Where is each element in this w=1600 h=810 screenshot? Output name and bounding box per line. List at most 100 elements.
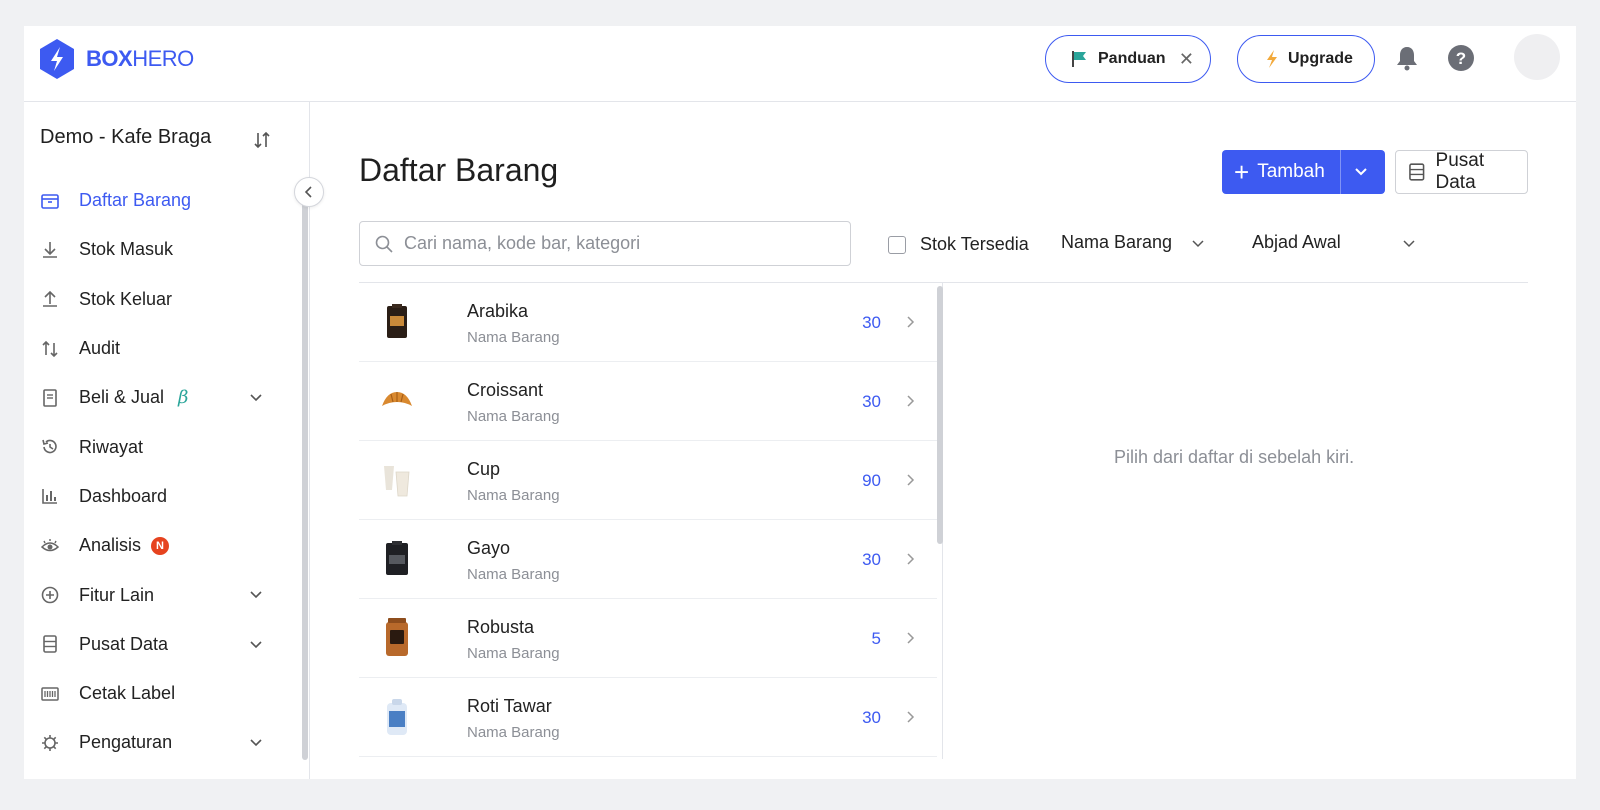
chevron-down-icon[interactable] xyxy=(248,586,264,602)
app-window: BOXHERO Panduan ✕ Upgrade ? Demo - Kafe … xyxy=(24,26,1576,779)
chevron-down-icon[interactable] xyxy=(248,389,264,405)
switch-store-icon[interactable] xyxy=(252,130,272,150)
list-item[interactable]: Robusta Nama Barang 5 xyxy=(359,599,937,678)
flag-icon xyxy=(1072,51,1086,67)
sort-order-select[interactable]: Abjad Awal xyxy=(1252,232,1417,253)
brand-name: BOXHERO xyxy=(86,46,194,71)
list-item[interactable]: Arabika Nama Barang 30 xyxy=(359,283,937,362)
item-subtitle: Nama Barang xyxy=(467,329,560,346)
bell-icon[interactable] xyxy=(1391,42,1423,74)
item-thumbnail xyxy=(379,692,415,742)
item-quantity: 30 xyxy=(862,392,881,411)
sidebar-item-audit[interactable]: Audit xyxy=(24,324,304,373)
avatar[interactable] xyxy=(1514,34,1560,80)
sidebar-item-beli-jual[interactable]: Beli & Jual β xyxy=(24,373,304,422)
list-item[interactable]: Gayo Nama Barang 30 xyxy=(359,520,937,599)
item-quantity: 30 xyxy=(862,550,881,569)
guide-button[interactable]: Panduan ✕ xyxy=(1045,35,1211,83)
sidebar-item-label: Stok Keluar xyxy=(79,288,173,309)
button-divider xyxy=(1340,150,1341,194)
sidebar-item-label: Stok Masuk xyxy=(79,239,174,260)
list-item[interactable]: Roti Tawar Nama Barang 30 xyxy=(359,678,937,757)
sidebar-item-cetak-label[interactable]: Cetak Label xyxy=(24,669,304,718)
sidebar-item-label: Daftar Barang xyxy=(79,190,192,211)
chevron-down-icon xyxy=(1403,239,1415,247)
sidebar-item-riwayat[interactable]: Riwayat xyxy=(24,422,304,471)
top-bar: BOXHERO Panduan ✕ Upgrade ? xyxy=(24,26,1576,102)
sidebar-item-label: Analisis xyxy=(79,535,142,556)
chevron-right-icon xyxy=(907,632,915,644)
database-icon xyxy=(40,634,60,654)
chevron-down-icon xyxy=(1192,239,1204,247)
sidebar-item-dashboard[interactable]: Dashboard xyxy=(24,472,304,521)
item-thumbnail xyxy=(379,534,415,584)
list-scrollbar[interactable] xyxy=(937,286,943,544)
upgrade-label: Upgrade xyxy=(1288,50,1353,67)
chevron-right-icon xyxy=(907,474,915,486)
item-name: Gayo xyxy=(467,538,511,558)
upload-icon xyxy=(40,289,60,309)
bar-chart-icon xyxy=(40,486,60,506)
sidebar-item-label: Dashboard xyxy=(79,485,168,506)
chevron-down-icon[interactable] xyxy=(248,636,264,652)
download-icon xyxy=(40,240,60,260)
item-thumbnail xyxy=(379,613,415,663)
list-item[interactable]: Croissant Nama Barang 30 xyxy=(359,362,937,441)
list-item[interactable]: Cup Nama Barang 90 xyxy=(359,441,937,520)
item-quantity: 90 xyxy=(862,471,881,490)
plus-circle-icon xyxy=(40,585,60,605)
sidebar-item-fitur-lain[interactable]: Fitur Lain xyxy=(24,570,304,619)
sidebar-nav: Daftar Barang Stok Masuk Stok Keluar Aud… xyxy=(24,176,304,768)
page-title: Daftar Barang xyxy=(359,152,559,188)
sidebar-item-stok-masuk[interactable]: Stok Masuk xyxy=(24,225,304,274)
stock-available-filter[interactable]: Stok Tersedia xyxy=(888,234,1029,255)
item-subtitle: Nama Barang xyxy=(467,724,560,741)
sidebar-scrollbar[interactable] xyxy=(302,180,308,760)
swap-icon xyxy=(40,339,60,359)
search-box[interactable] xyxy=(359,221,851,266)
svg-text:?: ? xyxy=(1456,49,1466,68)
item-subtitle: Nama Barang xyxy=(467,566,560,583)
sidebar-item-label: Riwayat xyxy=(79,436,144,457)
chevron-right-icon xyxy=(907,316,915,328)
sidebar-item-label: Audit xyxy=(79,338,121,359)
add-item-button[interactable]: + Tambah xyxy=(1222,150,1385,194)
close-icon[interactable]: ✕ xyxy=(1179,49,1194,70)
box-icon xyxy=(40,191,60,211)
store-name[interactable]: Demo - Kafe Braga xyxy=(40,126,211,149)
brand-logo[interactable]: BOXHERO xyxy=(38,38,194,80)
data-center-button[interactable]: Pusat Data xyxy=(1395,150,1528,194)
sidebar-item-daftar-barang[interactable]: Daftar Barang xyxy=(24,176,304,225)
bolt-icon xyxy=(1267,50,1277,68)
item-thumbnail xyxy=(379,297,415,347)
item-thumbnail xyxy=(379,376,415,426)
collapse-sidebar-button[interactable] xyxy=(294,177,324,207)
item-list: Arabika Nama Barang 30 Croissant Nama Ba… xyxy=(359,283,937,759)
item-name: Cup xyxy=(467,459,501,479)
chevron-down-icon[interactable] xyxy=(1353,164,1369,180)
sidebar-item-pusat-data[interactable]: Pusat Data xyxy=(24,620,304,669)
sidebar-item-stok-keluar[interactable]: Stok Keluar xyxy=(24,275,304,324)
item-quantity: 30 xyxy=(862,708,881,727)
sidebar: Demo - Kafe Braga Daftar Barang Stok Mas… xyxy=(24,102,310,779)
search-input[interactable] xyxy=(404,233,824,254)
stock-available-checkbox[interactable] xyxy=(888,235,906,254)
sidebar-item-analisis[interactable]: Analisis N xyxy=(24,521,304,570)
document-icon xyxy=(40,388,60,408)
sort-field-select[interactable]: Nama Barang xyxy=(1061,232,1206,253)
item-quantity: 5 xyxy=(871,629,881,648)
item-name: Arabika xyxy=(467,301,529,321)
help-icon[interactable]: ? xyxy=(1445,42,1477,74)
add-label: Tambah xyxy=(1257,161,1325,182)
chevron-down-icon[interactable] xyxy=(248,734,264,750)
chevron-right-icon xyxy=(907,553,915,565)
item-name: Croissant xyxy=(467,380,544,400)
search-icon xyxy=(375,235,393,253)
sidebar-item-label: Pengaturan xyxy=(79,732,173,753)
item-quantity: 30 xyxy=(862,313,881,332)
upgrade-button[interactable]: Upgrade xyxy=(1237,35,1375,83)
eye-icon xyxy=(40,536,60,556)
sidebar-item-pengaturan[interactable]: Pengaturan xyxy=(24,718,304,767)
beta-badge: β xyxy=(178,387,189,409)
item-name: Robusta xyxy=(467,617,535,637)
